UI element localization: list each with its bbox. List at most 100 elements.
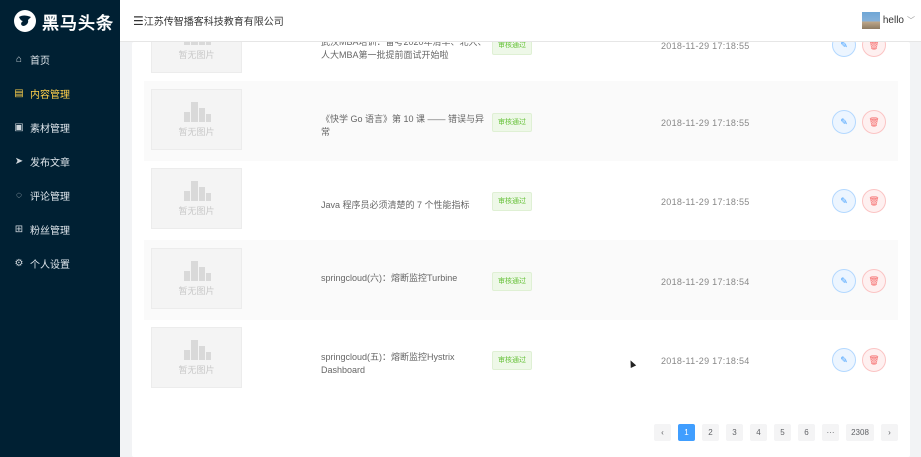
edit-icon: ✎ [840,195,848,206]
menu-toggle-icon[interactable]: ☰ [133,14,144,28]
no-image-caption: 暂无图片 [178,364,215,375]
page-button-2[interactable]: 2 [702,424,719,441]
avatar [861,12,880,29]
sidebar-item-label: 个人设置 [30,259,70,271]
page-button-1[interactable]: 1 [678,424,695,441]
page-button-4[interactable]: 4 [750,424,767,441]
status-badge: 审核通过 [492,272,532,291]
article-row: 暂无图片 《快学 Go 语言》第 10 课 —— 错误与异常 审核通过 2018-11… [144,81,898,161]
sidebar-item-2[interactable]: ▣ 素材管理 [0,110,120,144]
company-name: 江苏传智播客科技教育有限公司 [143,17,284,28]
sidebar-item-label: 发布文章 [30,157,70,169]
no-image-caption: 暂无图片 [178,49,215,60]
page-button-5[interactable]: 5 [774,424,791,441]
sidebar-item-label: 内容管理 [30,89,70,101]
article-thumbnail: 暂无图片 [151,42,242,73]
edit-icon: ✎ [840,354,848,365]
edit-icon: ✎ [840,116,848,127]
sidebar-item-0[interactable]: ⌂ 首页 [0,42,120,76]
sidebar-item-4[interactable]: ◌ 评论管理 [0,178,120,212]
article-row: 暂无图片 武汉MBA培训：备考2020年清华、北大、人大MBA第一批提前面试开始啦… [144,42,898,84]
article-row: 暂无图片 springcloud(五)：熔断监控Hystrix Dashboard… [144,319,898,399]
chevron-down-icon: ﹀ [907,16,915,25]
delete-icon: 🗑 [868,116,880,127]
prev-page-button[interactable]: ‹ [654,424,671,441]
status-badge: 审核通过 [492,192,532,211]
status-badge: 审核通过 [492,351,532,370]
placeholder-image-icon [182,260,212,281]
delete-button[interactable]: 🗑 [862,348,886,372]
article-row: 暂无图片 Java 程序员必须清楚的 7 个性能指标 审核通过 2018-11-29 … [144,160,898,240]
publish-date: 2018-11-29 17:18:55 [661,118,750,128]
article-thumbnail: 暂无图片 [151,89,242,150]
sidebar-item-3[interactable]: ➤ 发布文章 [0,144,120,178]
last-page-button[interactable]: 2308 [846,424,874,441]
article-title[interactable]: 武汉MBA培训：备考2020年清华、北大、人大MBA第一批提前面试开始啦 [321,42,487,62]
sidebar-item-label: 素材管理 [30,123,70,135]
placeholder-image-icon [182,339,212,360]
top-header: ☰ 江苏传智播客科技教育有限公司 hello ﹀ [120,0,921,42]
sidebar-item-label: 粉丝管理 [30,225,70,237]
page-button-6[interactable]: 6 [798,424,815,441]
delete-button[interactable]: 🗑 [862,189,886,213]
next-page-button[interactable]: › [881,424,898,441]
picture-icon: ▣ [14,121,24,133]
sidebar: 黑马头条 ⌂ 首页 ▤ 内容管理 ▣ 素材管理 ➤ 发布文章 ◌ 评论管理 ⊞ 粉丝管理 ⚙ 个人设置 [0,0,120,457]
send-icon: ➤ [14,155,24,167]
article-title[interactable]: springcloud(六)：熔断监控Turbine [321,272,487,285]
delete-button[interactable]: 🗑 [862,42,886,57]
no-image-caption: 暂无图片 [178,285,215,296]
sidebar-item-label: 首页 [30,55,50,67]
delete-icon: 🗑 [868,195,880,206]
article-title[interactable]: Java 程序员必须清楚的 7 个性能指标 [321,199,487,212]
article-list-card: 暂无图片 武汉MBA培训：备考2020年清华、北大、人大MBA第一批提前面试开始啦… [132,42,910,457]
app-logo[interactable]: 黑马头条 [0,0,120,42]
sidebar-item-6[interactable]: ⚙ 个人设置 [0,246,120,280]
delete-button[interactable]: 🗑 [862,269,886,293]
sidebar-item-5[interactable]: ⊞ 粉丝管理 [0,212,120,246]
publish-date: 2018-11-29 17:18:55 [661,42,750,51]
delete-icon: 🗑 [868,354,880,365]
sidebar-item-label: 评论管理 [30,191,70,203]
article-thumbnail: 暂无图片 [151,168,242,229]
no-image-caption: 暂无图片 [178,205,215,216]
placeholder-image-icon [182,180,212,201]
user-menu[interactable]: hello ﹀ [861,12,915,29]
edit-icon: ✎ [840,275,848,286]
pagination-ellipsis[interactable]: ··· [822,424,839,441]
page-button-3[interactable]: 3 [726,424,743,441]
edit-button[interactable]: ✎ [832,110,856,134]
fans-icon: ⊞ [14,223,24,235]
logo-text: 黑马头条 [42,13,114,33]
comment-icon: ◌ [16,189,22,201]
article-title[interactable]: springcloud(五)：熔断监控Hystrix Dashboard [321,351,487,377]
edit-button[interactable]: ✎ [832,189,856,213]
pagination: ‹ 123456 ··· 2308 › [647,424,898,441]
user-name: hello [882,15,904,26]
article-row: 暂无图片 springcloud(六)：熔断监控Turbine 审核通过 2018-1… [144,240,898,320]
edit-button[interactable]: ✎ [832,42,856,57]
sidebar-item-1[interactable]: ▤ 内容管理 [0,76,120,110]
article-title[interactable]: 《快学 Go 语言》第 10 课 —— 错误与异常 [321,113,487,139]
main-content: 暂无图片 武汉MBA培训：备考2020年清华、北大、人大MBA第一批提前面试开始啦… [120,42,921,457]
article-thumbnail: 暂无图片 [151,327,242,388]
edit-button[interactable]: ✎ [832,269,856,293]
placeholder-image-icon [182,42,212,45]
delete-button[interactable]: 🗑 [862,110,886,134]
publish-date: 2018-11-29 17:18:55 [661,197,750,207]
placeholder-image-icon [182,101,212,122]
status-badge: 审核通过 [492,42,532,55]
article-thumbnail: 暂无图片 [151,248,242,309]
no-image-caption: 暂无图片 [178,126,215,137]
settings-icon: ⚙ [14,257,24,269]
delete-icon: 🗑 [868,42,880,50]
status-badge: 审核通过 [492,113,532,132]
edit-icon: ✎ [840,42,848,50]
publish-date: 2018-11-29 17:18:54 [661,356,750,366]
home-icon: ⌂ [15,53,23,65]
delete-icon: 🗑 [868,275,880,286]
logo-icon [14,10,36,32]
document-icon: ▤ [14,87,24,99]
edit-button[interactable]: ✎ [832,348,856,372]
publish-date: 2018-11-29 17:18:54 [661,277,750,287]
